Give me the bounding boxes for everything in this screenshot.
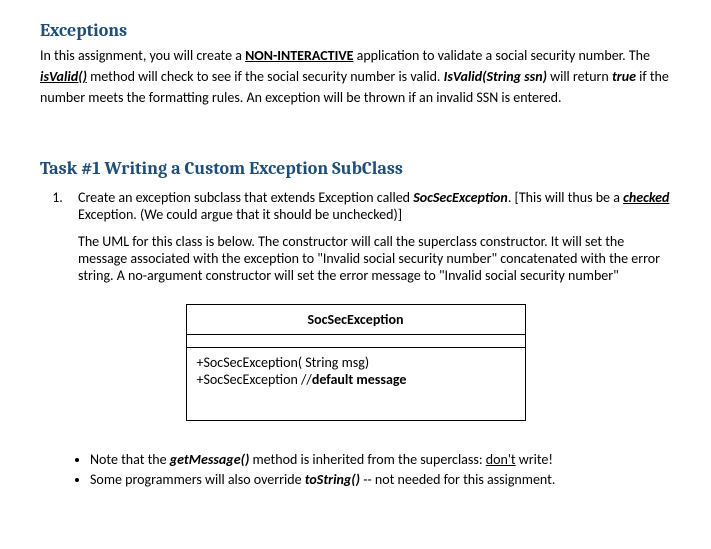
heading-exceptions: Exceptions [40,20,671,41]
notes-list: Note that the getMessage() method is inh… [40,451,671,488]
intro-text-2: application to validate a social securit… [353,47,650,64]
uml-method-2: +SocSecException //default message [197,371,515,388]
true-literal: true [612,68,636,85]
heading-task1: Task #1 Writing a Custom Exception SubCl… [40,158,671,179]
socsec-exception-name: SocSecException [413,189,508,206]
task-item-1: Create an exception subclass that extend… [66,189,671,284]
task-list: Create an exception subclass that extend… [40,189,671,284]
intro-paragraph: In this assignment, you will create a NO… [40,45,671,108]
uml-class-name: SocSecException [186,305,525,335]
note2-text-2: -- not needed for this assignment. [360,471,555,488]
uml-methods-section: +SocSecException( String msg) +SocSecExc… [186,348,525,421]
dont-label: don't [486,451,516,468]
note-item-2: Some programmers will also override toSt… [90,471,671,488]
task1-uml-description: The UML for this class is below. The con… [78,233,671,284]
intro-text-4: will return [547,68,612,85]
isvalid-method-2: IsValid(String ssn) [444,68,547,85]
tostring-method: toString() [305,471,360,488]
uml-method-2-sig: +SocSecException // [197,371,312,388]
note-item-1: Note that the getMessage() method is inh… [90,451,671,468]
isvalid-method-1: isValid() [40,68,87,85]
note1-text-3: write! [516,451,553,468]
getmessage-method: getMessage() [170,451,250,468]
non-interactive-label: NON-INTERACTIVE [245,47,353,64]
note2-text-1: Some programmers will also override [90,471,305,488]
task1-text-1: Create an exception subclass that extend… [78,189,413,206]
uml-attributes-section [186,335,525,348]
uml-table: SocSecException +SocSecException( String… [186,304,526,421]
note1-text-2: method is inherited from the superclass: [249,451,485,468]
uml-diagram-wrapper: SocSecException +SocSecException( String… [40,304,671,421]
checked-label: checked [623,189,669,206]
intro-text-3: method will check to see if the social s… [87,68,444,85]
intro-text-1: In this assignment, you will create a [40,47,245,64]
uml-method-1: +SocSecException( String msg) [197,354,515,371]
task1-text-3: Exception. (We could argue that it shoul… [78,206,402,223]
task1-text-2: . [This will thus be a [508,189,623,206]
note1-text-1: Note that the [90,451,170,468]
uml-method-2-comment: default message [312,371,407,388]
